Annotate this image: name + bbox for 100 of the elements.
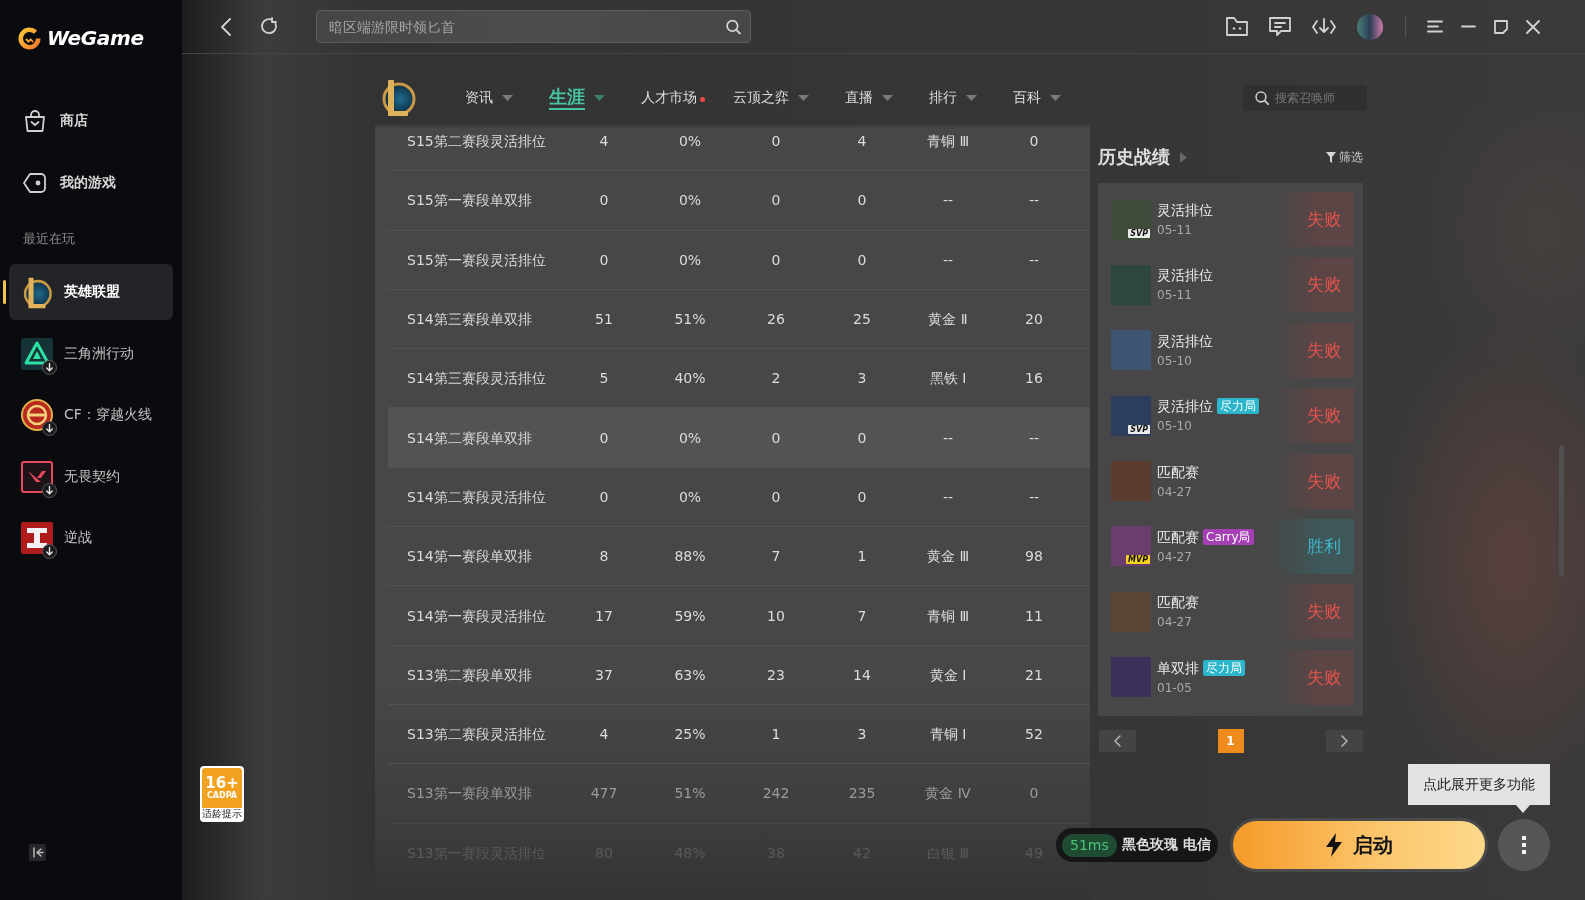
- table-cell: 235: [848, 784, 876, 803]
- table-cell: 0: [771, 428, 781, 447]
- table-cell: 51: [595, 310, 613, 329]
- table-row[interactable]: S15第二赛段灵活排位 4 0% 0 4 青铜 Ⅲ 0: [388, 125, 1090, 172]
- nav-tab[interactable]: 资讯: [465, 82, 513, 113]
- menu-icon[interactable]: [1427, 20, 1443, 33]
- game-list-item[interactable]: 逆战: [9, 510, 173, 566]
- folder-icon[interactable]: [1226, 17, 1248, 36]
- table-cell: S14第一赛段灵活排位: [407, 606, 546, 625]
- table-cell: 青铜 Ⅰ: [929, 725, 967, 744]
- close-icon[interactable]: [1526, 19, 1540, 34]
- table-cell: 20: [1025, 310, 1043, 329]
- back-icon[interactable]: [221, 17, 231, 36]
- server-name: 黑色玫瑰 电信: [1121, 836, 1211, 854]
- collapse-sidebar-icon[interactable]: [29, 844, 46, 861]
- search-field[interactable]: 暗区端游限时领匕首: [316, 10, 751, 43]
- panel-title: 历史战绩: [1098, 145, 1170, 169]
- match-mode: 灵活排位: [1157, 266, 1213, 285]
- table-row[interactable]: S13第二赛段灵活排位 4 25% 1 3 青铜 Ⅰ 52: [388, 704, 1090, 765]
- tag-icon: [23, 172, 47, 194]
- table-cell: 0%: [678, 191, 702, 210]
- search-icon[interactable]: [1255, 90, 1269, 105]
- table-row[interactable]: S14第一赛段单双排 8 88% 7 1 黄金 Ⅲ 98: [388, 527, 1090, 587]
- table-cell: S15第一赛段单双排: [407, 191, 532, 210]
- refresh-icon[interactable]: [260, 17, 279, 36]
- table-cell: 0: [857, 250, 867, 269]
- table-cell: 37: [595, 665, 613, 684]
- game-list-item[interactable]: 无畏契约: [9, 448, 173, 505]
- table-cell: 0: [1029, 784, 1039, 803]
- match-tag: 尽力局: [1203, 659, 1245, 676]
- table-cell: 0: [599, 428, 609, 447]
- filter-button[interactable]: 筛选: [1326, 148, 1363, 166]
- table-cell: S14第三赛段单双排: [407, 310, 532, 329]
- nav-tab[interactable]: 直播: [845, 82, 893, 113]
- match-mode: 匹配赛: [1157, 593, 1199, 612]
- match-date: 05-10: [1157, 352, 1193, 369]
- game-list-item[interactable]: 三角洲行动: [9, 325, 173, 382]
- nav-tab[interactable]: 生涯: [549, 82, 605, 113]
- table-row[interactable]: S14第三赛段单双排 51 51% 26 25 黄金 Ⅱ 20: [388, 289, 1090, 350]
- match-mode: 单双排: [1157, 658, 1199, 677]
- nav-tab[interactable]: 排行: [929, 82, 977, 113]
- ring-logo-icon: [21, 276, 53, 310]
- table-cell: 51%: [674, 310, 706, 329]
- download-icon[interactable]: [1312, 17, 1336, 36]
- sidebar-nav-item[interactable]: 我的游戏: [23, 161, 116, 205]
- server-selector[interactable]: 51ms 黑色玫瑰 电信: [1056, 828, 1218, 862]
- table-row[interactable]: S13第一赛段单双排 477 51% 242 235 黄金 Ⅳ 0: [388, 764, 1090, 824]
- table-cell: S15第一赛段灵活排位: [407, 250, 546, 269]
- game-tile-icon: [21, 522, 53, 554]
- table-cell: --: [942, 250, 954, 269]
- table-row[interactable]: S14第一赛段灵活排位 17 59% 10 7 青铜 Ⅲ 11: [388, 586, 1090, 646]
- table-cell: --: [942, 428, 954, 447]
- logo-icon: [17, 25, 42, 51]
- user-avatar[interactable]: [1357, 13, 1383, 40]
- match-date: 04-27: [1157, 483, 1193, 500]
- table-row[interactable]: S15第一赛段单双排 0 0% 0 0 -- --: [388, 171, 1090, 231]
- table-row[interactable]: S14第二赛段灵活排位 0 0% 0 0 -- --: [388, 467, 1090, 528]
- table-cell: 0: [599, 487, 609, 506]
- table-cell: 0%: [678, 250, 702, 269]
- summoner-search-field[interactable]: 搜索召唤师: [1243, 84, 1367, 111]
- search-icon[interactable]: [726, 19, 741, 34]
- chat-icon[interactable]: [1269, 16, 1291, 37]
- table-cell: S14第一赛段单双排: [407, 547, 532, 566]
- table-cell: --: [1028, 428, 1040, 447]
- match-date: 05-11: [1157, 287, 1193, 304]
- table-cell: 1: [771, 725, 781, 744]
- table-cell: 63%: [674, 665, 706, 684]
- nav-tab[interactable]: 云顶之弈: [733, 82, 809, 113]
- maximize-icon[interactable]: [1494, 19, 1508, 34]
- game-list-item[interactable]: CF：穿越火线: [9, 387, 173, 443]
- nav-tab[interactable]: 百科: [1013, 82, 1061, 113]
- match-mode: 匹配赛: [1157, 527, 1199, 546]
- table-cell: S13第二赛段单双排: [407, 665, 532, 684]
- table-cell: S13第一赛段单双排: [407, 784, 532, 803]
- table-cell: 黄金 Ⅳ: [925, 784, 971, 803]
- lightning-icon: [1325, 833, 1343, 857]
- table-row[interactable]: S15第一赛段灵活排位 0 0% 0 0 -- --: [388, 230, 1090, 290]
- table-cell: --: [942, 191, 954, 210]
- rating-badge: SVP: [1128, 228, 1150, 238]
- table-cell: 11: [1025, 606, 1043, 625]
- minimize-icon[interactable]: [1461, 25, 1476, 28]
- table-cell: 0%: [678, 132, 702, 151]
- match-date: 05-11: [1157, 222, 1193, 238]
- table-cell: 477: [590, 784, 618, 803]
- match-date: 04-27: [1157, 548, 1193, 565]
- table-cell: --: [942, 487, 954, 506]
- table-cell: 0: [771, 250, 781, 269]
- match-mode: 灵活排位: [1157, 331, 1213, 350]
- nav-tab[interactable]: 人才市场: [641, 82, 697, 113]
- table-cell: 1: [857, 547, 867, 566]
- table-cell: 5: [599, 369, 609, 388]
- match-tag: Carry局: [1203, 528, 1254, 545]
- chevron-left-icon: [1114, 735, 1121, 747]
- table-cell: --: [1028, 487, 1040, 506]
- table-row[interactable]: S13第二赛段单双排 37 63% 23 14 黄金 Ⅰ 21: [388, 645, 1090, 705]
- match-date: 01-05: [1157, 679, 1193, 696]
- age-caption: 适龄提示: [202, 808, 242, 820]
- sidebar-nav-item[interactable]: 商店: [23, 99, 88, 143]
- table-row[interactable]: S14第二赛段单双排 0 0% 0 0 -- --: [388, 408, 1090, 468]
- launch-button[interactable]: 启动: [1230, 818, 1488, 872]
